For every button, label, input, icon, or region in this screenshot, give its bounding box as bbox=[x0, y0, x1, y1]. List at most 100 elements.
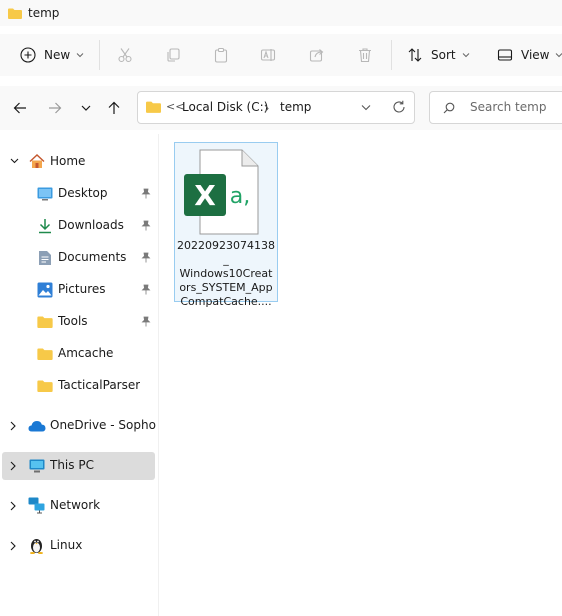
share-icon bbox=[309, 49, 324, 62]
sidebar-item-pictures[interactable]: Pictures bbox=[0, 276, 156, 304]
sidebar-item-network[interactable]: Network bbox=[0, 492, 156, 520]
file-name-line: Windows10Creat bbox=[179, 267, 273, 280]
pane-divider[interactable] bbox=[158, 134, 159, 616]
folder-icon bbox=[146, 101, 161, 113]
address-dropdown-icon[interactable] bbox=[361, 104, 371, 111]
sidebar-item-tools[interactable]: Tools bbox=[0, 308, 156, 336]
refresh-icon[interactable] bbox=[392, 100, 406, 114]
documents-icon bbox=[39, 251, 51, 265]
sidebar-item-label: Downloads bbox=[58, 218, 124, 232]
delete-button[interactable] bbox=[357, 34, 373, 76]
sort-label: Sort bbox=[431, 48, 456, 62]
search-box[interactable]: Search temp bbox=[429, 91, 562, 124]
paste-button[interactable] bbox=[213, 34, 229, 76]
pin-icon[interactable] bbox=[141, 316, 151, 327]
sidebar-item-label: Network bbox=[50, 498, 101, 512]
chevron-right-icon[interactable] bbox=[10, 461, 16, 471]
sidebar-item-this-pc[interactable]: This PC bbox=[2, 452, 155, 480]
sidebar-item-downloads[interactable]: Downloads bbox=[0, 212, 156, 240]
command-bar: New Sort View bbox=[0, 34, 562, 76]
sidebar-item-tacticalparser[interactable]: TacticalParser bbox=[0, 372, 156, 400]
folder-icon bbox=[37, 316, 53, 328]
pin-icon[interactable] bbox=[141, 188, 151, 199]
computer-icon bbox=[29, 459, 45, 473]
breadcrumb-local-disk[interactable]: Local Disk (C:) bbox=[182, 100, 268, 114]
sidebar-item-onedrive[interactable]: OneDrive - Sophos L bbox=[0, 412, 156, 440]
chevron-down-icon bbox=[556, 53, 562, 58]
new-button[interactable]: New bbox=[20, 34, 84, 76]
chevron-right-icon[interactable] bbox=[10, 421, 16, 431]
file-name-line: 20220923074138_ bbox=[177, 239, 275, 266]
sidebar-item-label: TacticalParser bbox=[58, 378, 141, 392]
sidebar-item-label: Home bbox=[50, 154, 86, 168]
search-icon bbox=[443, 102, 455, 114]
folder-icon bbox=[8, 8, 22, 19]
view-icon bbox=[497, 49, 513, 61]
chevron-right-icon bbox=[264, 104, 269, 113]
arrow-up-icon bbox=[108, 101, 120, 114]
onedrive-cloud-icon bbox=[28, 421, 46, 432]
sidebar-item-home[interactable]: Home bbox=[0, 148, 156, 176]
folder-icon bbox=[37, 348, 53, 360]
copy-button[interactable] bbox=[165, 34, 181, 76]
cut-button[interactable] bbox=[117, 34, 133, 76]
breadcrumb-temp[interactable]: temp bbox=[280, 100, 311, 114]
toolbar-divider bbox=[99, 40, 100, 70]
up-button[interactable] bbox=[104, 98, 124, 118]
plus-icon bbox=[20, 47, 36, 63]
sidebar-item-linux[interactable]: Linux bbox=[0, 532, 156, 560]
recent-locations-button[interactable] bbox=[76, 98, 96, 118]
window-title: temp bbox=[28, 6, 60, 20]
address-row: << Local Disk (C:) temp Search temp bbox=[0, 86, 562, 130]
file-item[interactable]: X a, 20220923074138_ Windows10Creat ors_… bbox=[174, 142, 278, 308]
file-name-line: ors_SYSTEM_App bbox=[179, 281, 273, 294]
back-button[interactable] bbox=[10, 98, 30, 118]
chevron-down-icon bbox=[81, 105, 91, 111]
sidebar-item-label: Desktop bbox=[58, 186, 108, 200]
download-icon bbox=[39, 219, 51, 234]
chevron-down-icon bbox=[462, 53, 469, 58]
arrow-left-icon bbox=[13, 102, 26, 114]
sidebar-item-desktop[interactable]: Desktop bbox=[0, 180, 156, 208]
toolbar-divider bbox=[391, 40, 392, 70]
sort-icon bbox=[408, 48, 422, 62]
sort-button[interactable]: Sort bbox=[407, 34, 470, 76]
file-name-line: CompatCache.... bbox=[180, 295, 272, 308]
network-icon bbox=[28, 497, 45, 514]
file-name: 20220923074138_ Windows10Creat ors_SYSTE… bbox=[175, 239, 277, 309]
pin-icon[interactable] bbox=[141, 220, 151, 231]
forward-button[interactable] bbox=[45, 98, 65, 118]
chevron-right-icon[interactable] bbox=[10, 541, 16, 551]
sidebar-item-label: OneDrive - Sophos L bbox=[50, 418, 156, 432]
share-button[interactable] bbox=[309, 34, 325, 76]
sidebar-item-label: Tools bbox=[58, 314, 88, 328]
cut-icon bbox=[118, 48, 132, 63]
sidebar-item-label: Linux bbox=[50, 538, 83, 552]
linux-penguin-icon bbox=[30, 539, 43, 554]
chevron-down-icon[interactable] bbox=[10, 158, 19, 164]
chevron-right-icon[interactable] bbox=[10, 501, 16, 511]
new-label: New bbox=[44, 48, 71, 62]
delete-icon bbox=[359, 48, 371, 63]
pin-icon[interactable] bbox=[141, 252, 151, 263]
folder-icon bbox=[37, 380, 53, 392]
home-icon bbox=[29, 154, 45, 168]
arrow-right-icon bbox=[49, 102, 62, 114]
excel-csv-file-icon: X a, bbox=[184, 149, 259, 235]
rename-button[interactable] bbox=[260, 34, 276, 76]
navigation-pane: Home Desktop Downloads Documents Picture… bbox=[0, 134, 158, 616]
sidebar-item-label: Amcache bbox=[58, 346, 114, 360]
search-placeholder: Search temp bbox=[470, 100, 547, 114]
desktop-icon bbox=[37, 187, 53, 201]
title-bar: temp bbox=[0, 0, 562, 26]
pin-icon[interactable] bbox=[141, 284, 151, 295]
csv-glyph: a, bbox=[230, 184, 250, 209]
sidebar-item-amcache[interactable]: Amcache bbox=[0, 340, 156, 368]
excel-letter: X bbox=[194, 179, 216, 212]
sidebar-item-documents[interactable]: Documents bbox=[0, 244, 156, 272]
copy-icon bbox=[167, 48, 180, 62]
address-bar[interactable]: << Local Disk (C:) temp bbox=[137, 91, 415, 124]
chevron-down-icon bbox=[76, 53, 84, 58]
view-button[interactable]: View bbox=[497, 34, 562, 76]
rename-icon bbox=[260, 49, 276, 61]
